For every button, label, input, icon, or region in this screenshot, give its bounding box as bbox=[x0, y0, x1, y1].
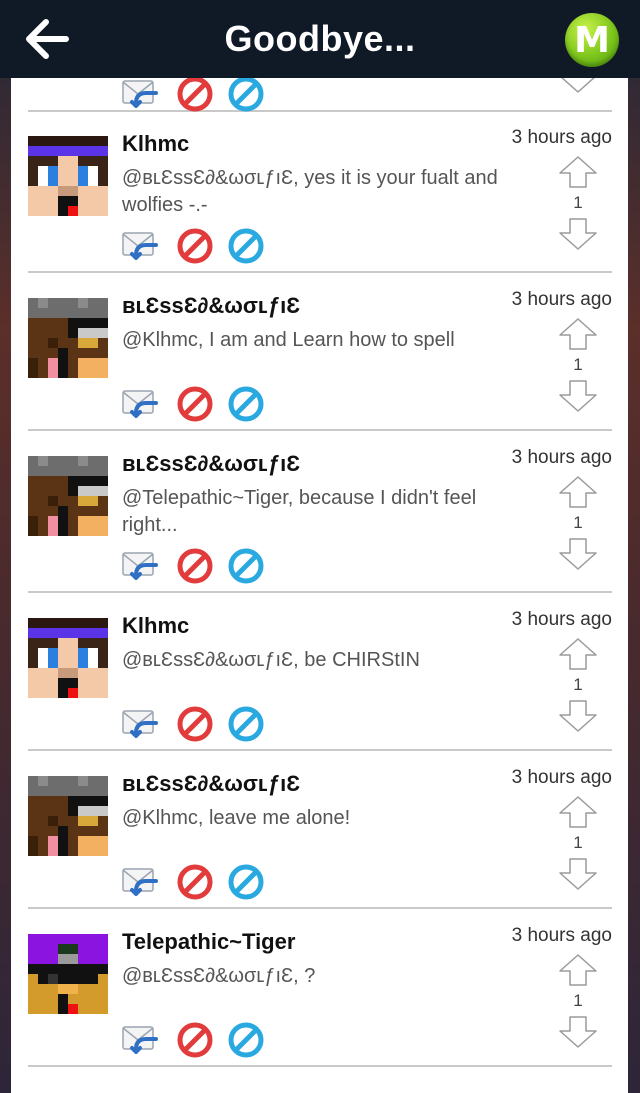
avatar[interactable] bbox=[28, 298, 108, 378]
ban-icon[interactable] bbox=[177, 706, 213, 742]
comment-item-partial bbox=[28, 1067, 612, 1093]
reply-mail-icon[interactable] bbox=[122, 864, 158, 900]
comment-actions bbox=[122, 386, 272, 422]
vote-count: 1 bbox=[573, 193, 583, 212]
comment-username[interactable]: Klhmc bbox=[122, 131, 189, 157]
comment-item: Telepathic~Tiger 3 hours ago @ʙʟƐssƐ∂&ωσ… bbox=[28, 909, 612, 1067]
vote-count: 1 bbox=[573, 991, 583, 1010]
avatar[interactable] bbox=[28, 136, 108, 216]
ban-icon[interactable] bbox=[177, 1022, 213, 1058]
reply-mail-icon[interactable] bbox=[122, 78, 158, 112]
comment-actions bbox=[122, 78, 272, 112]
vote-up-arrow-icon[interactable] bbox=[558, 317, 598, 351]
ban-icon[interactable] bbox=[177, 548, 213, 584]
vote-control: 1 bbox=[558, 317, 598, 417]
vote-down-arrow-icon[interactable] bbox=[558, 217, 598, 251]
vote-count: 1 bbox=[573, 355, 583, 374]
comment-item: ʙʟƐssƐ∂&ωσʟƒıƐ 3 hours ago @Klhmc, I am … bbox=[28, 273, 612, 431]
comment-timestamp: 3 hours ago bbox=[511, 289, 612, 310]
vote-control: 1 bbox=[558, 637, 598, 737]
logo-letter: M bbox=[574, 20, 610, 61]
comment-actions bbox=[122, 1022, 272, 1058]
comment-username[interactable]: Telepathic~Tiger bbox=[122, 929, 295, 955]
comment-item: ʙʟƐssƐ∂&ωσʟƒıƐ 3 hours ago @Telepathic~T… bbox=[28, 431, 612, 593]
vote-control: 1 bbox=[558, 953, 598, 1053]
page-title: Goodbye... bbox=[224, 18, 416, 59]
reply-mail-icon[interactable] bbox=[122, 1022, 158, 1058]
comment-actions bbox=[122, 548, 272, 584]
vote-up-arrow-icon[interactable] bbox=[558, 155, 598, 189]
vote-down-arrow-icon[interactable] bbox=[558, 78, 598, 94]
comment-username[interactable]: ʙʟƐssƐ∂&ωσʟƒıƐ bbox=[122, 771, 300, 797]
vote-up-arrow-icon[interactable] bbox=[558, 953, 598, 987]
avatar[interactable] bbox=[28, 618, 108, 698]
block-icon[interactable] bbox=[228, 548, 264, 584]
vote-control: 1 bbox=[558, 155, 598, 255]
comment-username[interactable]: ʙʟƐssƐ∂&ωσʟƒıƐ bbox=[122, 451, 300, 477]
comment-text: @Telepathic~Tiger, because I didn't feel… bbox=[122, 487, 477, 536]
vote-up-arrow-icon[interactable] bbox=[558, 475, 598, 509]
ban-icon[interactable] bbox=[177, 864, 213, 900]
block-icon[interactable] bbox=[228, 228, 264, 264]
comment-text: @ʙʟƐssƐ∂&ωσʟƒıƐ, ? bbox=[122, 965, 316, 987]
comment-item-partial bbox=[28, 78, 612, 112]
block-icon[interactable] bbox=[228, 864, 264, 900]
vote-count: 1 bbox=[573, 513, 583, 532]
comment-username[interactable]: ʙʟƐssƐ∂&ωσʟƒıƐ bbox=[122, 293, 300, 319]
vote-down-arrow-icon[interactable] bbox=[558, 699, 598, 733]
vote-down-arrow-icon[interactable] bbox=[558, 1015, 598, 1049]
block-icon[interactable] bbox=[228, 78, 264, 112]
vote-down-arrow-icon[interactable] bbox=[558, 857, 598, 891]
vote-up-arrow-icon[interactable] bbox=[558, 637, 598, 671]
reply-mail-icon[interactable] bbox=[122, 228, 158, 264]
comment-actions bbox=[122, 228, 272, 264]
comment-timestamp: 3 hours ago bbox=[511, 925, 612, 946]
comment-username[interactable]: Klhmc bbox=[122, 613, 189, 639]
vote-down-arrow-icon[interactable] bbox=[558, 379, 598, 413]
ban-icon[interactable] bbox=[177, 228, 213, 264]
block-icon[interactable] bbox=[228, 706, 264, 742]
comment-timestamp: 3 hours ago bbox=[511, 447, 612, 468]
vote-count: 1 bbox=[573, 833, 583, 852]
avatar[interactable] bbox=[28, 456, 108, 536]
vote-control: 1 bbox=[558, 475, 598, 575]
block-icon[interactable] bbox=[228, 386, 264, 422]
reply-mail-icon[interactable] bbox=[122, 386, 158, 422]
comment-actions bbox=[122, 706, 272, 742]
comment-timestamp: 3 hours ago bbox=[511, 609, 612, 630]
comments-panel[interactable]: Klhmc 3 hours ago @ʙʟƐssƐ∂&ωσʟƒıƐ, yes i… bbox=[11, 78, 628, 1093]
comment-timestamp: 3 hours ago bbox=[511, 127, 612, 148]
reply-mail-icon[interactable] bbox=[122, 706, 158, 742]
top-bar: Goodbye... M bbox=[0, 0, 640, 78]
comment-item: ʙʟƐssƐ∂&ωσʟƒıƐ 3 hours ago @Klhmc, leave… bbox=[28, 751, 612, 909]
ban-icon[interactable] bbox=[177, 78, 213, 112]
avatar[interactable] bbox=[28, 934, 108, 1014]
block-icon[interactable] bbox=[228, 1022, 264, 1058]
vote-down-arrow-icon[interactable] bbox=[558, 537, 598, 571]
vote-up-arrow-icon[interactable] bbox=[558, 795, 598, 829]
comment-text: @ʙʟƐssƐ∂&ωσʟƒıƐ, yes it is your fualt an… bbox=[122, 167, 498, 216]
comment-item: Klhmc 3 hours ago @ʙʟƐssƐ∂&ωσʟƒıƐ, yes i… bbox=[28, 111, 612, 273]
comment-actions bbox=[122, 864, 272, 900]
ban-icon[interactable] bbox=[177, 386, 213, 422]
comment-item: Klhmc 3 hours ago @ʙʟƐssƐ∂&ωσʟƒıƐ, be CH… bbox=[28, 593, 612, 751]
vote-control: 1 bbox=[558, 795, 598, 895]
avatar[interactable] bbox=[28, 776, 108, 856]
comment-timestamp: 3 hours ago bbox=[511, 767, 612, 788]
amino-logo-icon[interactable]: M bbox=[565, 13, 619, 67]
comment-text: @ʙʟƐssƐ∂&ωσʟƒıƐ, be CHIRStIN bbox=[122, 649, 420, 671]
vote-count: 1 bbox=[573, 675, 583, 694]
comment-text: @Klhmc, I am and Learn how to spell bbox=[122, 329, 455, 351]
comment-text: @Klhmc, leave me alone! bbox=[122, 807, 351, 829]
reply-mail-icon[interactable] bbox=[122, 548, 158, 584]
